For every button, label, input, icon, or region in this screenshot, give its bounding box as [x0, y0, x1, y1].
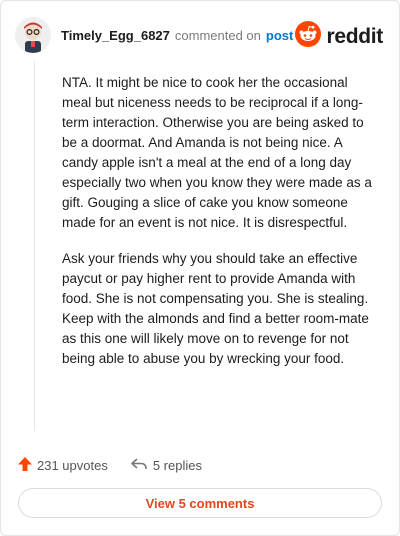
reddit-brand: reddit [295, 21, 383, 52]
comment-paragraph: NTA. It might be nice to cook her the oc… [62, 75, 372, 230]
replies-button[interactable]: 5 replies [130, 456, 202, 475]
upvote-button[interactable]: 231 upvotes [17, 456, 108, 475]
comment-body: NTA. It might be nice to cook her the oc… [62, 73, 377, 385]
post-link[interactable]: post [266, 28, 293, 43]
comment-actions: 231 upvotes 5 replies [17, 454, 383, 476]
reddit-logo-icon [295, 21, 322, 52]
upvote-count: 231 upvotes [37, 457, 108, 473]
username[interactable]: Timely_Egg_6827 [61, 28, 170, 43]
reply-arrow-icon [130, 456, 148, 475]
reddit-wordmark: reddit [326, 24, 383, 48]
comment-meta: Timely_Egg_6827 commented on post [61, 28, 293, 43]
comment-paragraph: Ask your friends why you should take an … [62, 251, 369, 366]
avatar-icon[interactable] [15, 17, 51, 53]
upvote-arrow-icon [17, 456, 33, 475]
comment-card: Timely_Egg_6827 commented on post reddit [0, 0, 400, 536]
comment-header: Timely_Egg_6827 commented on post reddit [15, 15, 385, 55]
view-comments-button[interactable]: View 5 comments [18, 488, 382, 518]
replies-count: 5 replies [152, 457, 202, 473]
thread-line [34, 61, 35, 431]
action-text: commented on [174, 27, 261, 43]
